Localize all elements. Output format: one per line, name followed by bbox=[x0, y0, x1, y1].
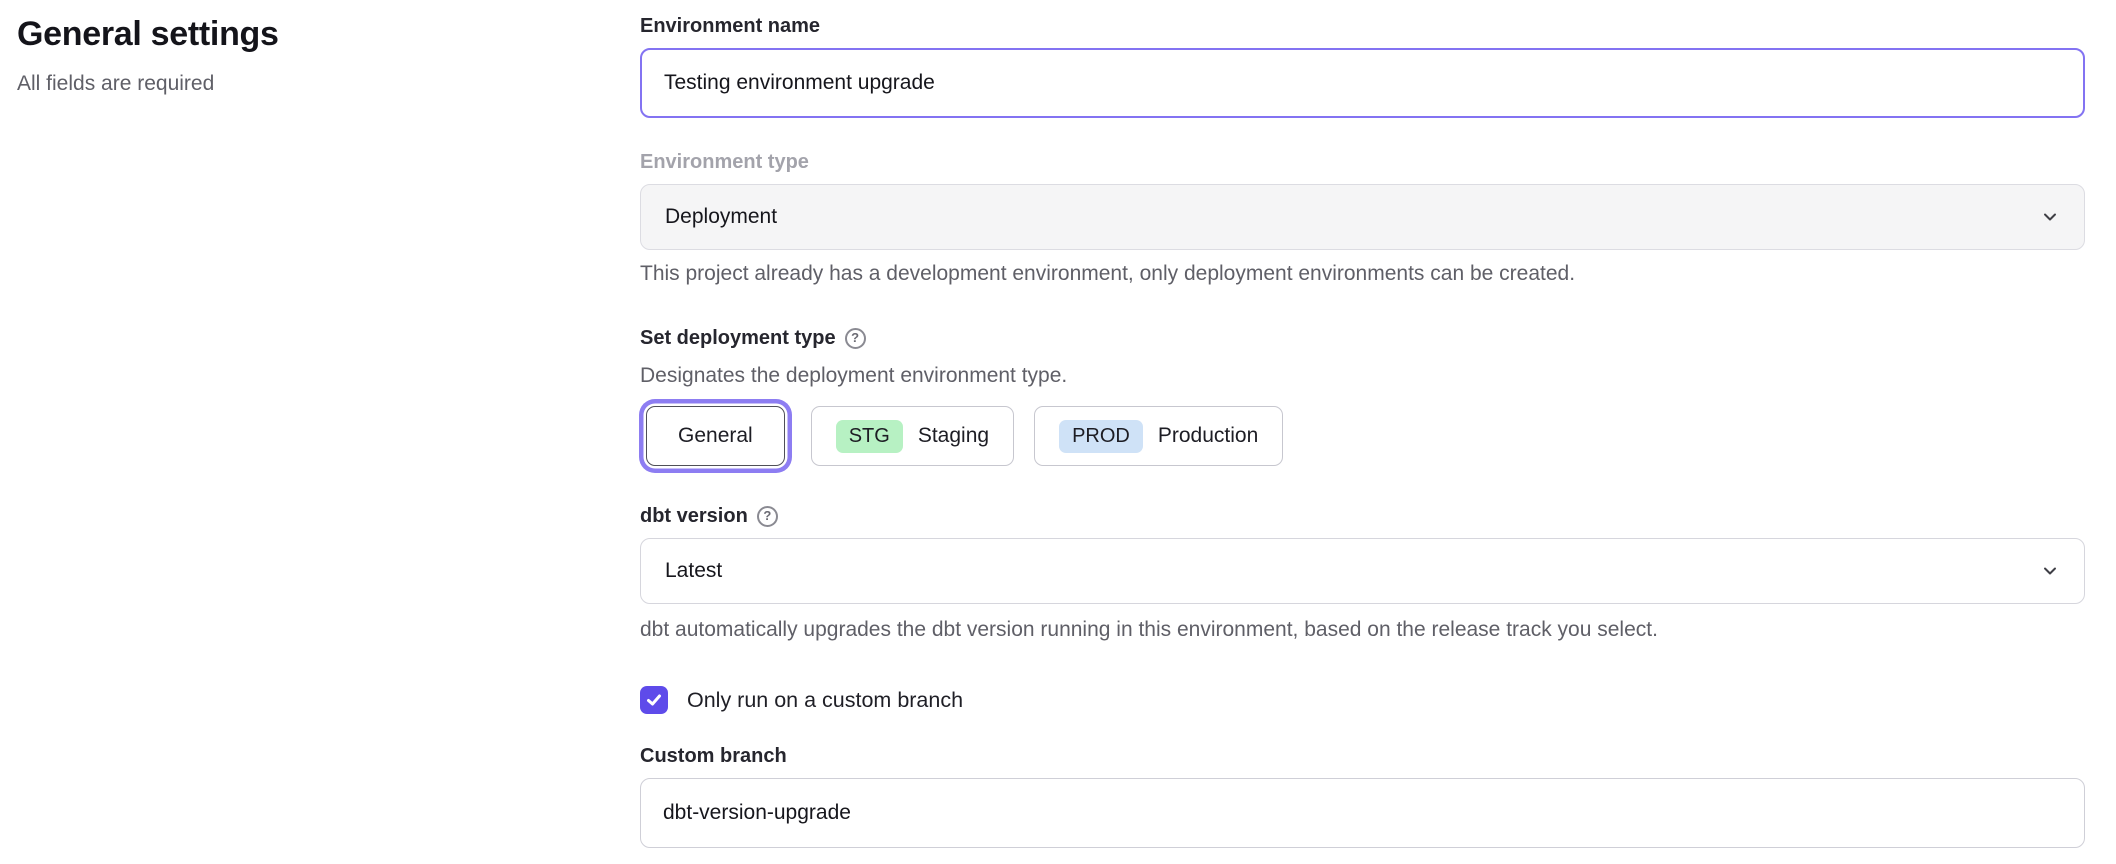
dbt-version-helper: dbt automatically upgrades the dbt versi… bbox=[640, 616, 2085, 644]
dbt-version-select[interactable]: Latest bbox=[640, 538, 2085, 604]
settings-heading-section: General settings All fields are required bbox=[0, 0, 640, 864]
custom-branch-checkbox[interactable] bbox=[640, 686, 668, 714]
deployment-type-production-button[interactable]: PROD Production bbox=[1034, 406, 1283, 466]
prod-badge: PROD bbox=[1059, 420, 1143, 453]
page-subtitle: All fields are required bbox=[17, 70, 640, 97]
help-icon[interactable]: ? bbox=[757, 506, 778, 527]
staging-button-label: Staging bbox=[918, 424, 989, 448]
custom-branch-label: Custom branch bbox=[640, 742, 2085, 770]
help-icon[interactable]: ? bbox=[845, 328, 866, 349]
dbt-version-value: Latest bbox=[665, 559, 722, 583]
custom-branch-toggle-row: Only run on a custom branch bbox=[640, 686, 2085, 714]
environment-settings-form: Environment name Environment type Deploy… bbox=[640, 0, 2085, 864]
general-button-label: General bbox=[678, 424, 753, 448]
custom-branch-input[interactable] bbox=[640, 778, 2085, 848]
environment-type-value: Deployment bbox=[665, 205, 777, 229]
deployment-type-options: General STG Staging PROD Production bbox=[640, 406, 2085, 466]
chevron-down-icon bbox=[2040, 561, 2060, 581]
environment-name-input[interactable] bbox=[640, 48, 2085, 118]
deployment-type-general-button[interactable]: General bbox=[646, 406, 785, 466]
checkmark-icon bbox=[645, 691, 663, 709]
deployment-type-helper: Designates the deployment environment ty… bbox=[640, 362, 2085, 390]
chevron-down-icon bbox=[2040, 207, 2060, 227]
environment-type-select[interactable]: Deployment bbox=[640, 184, 2085, 250]
stg-badge: STG bbox=[836, 420, 903, 453]
deployment-type-staging-button[interactable]: STG Staging bbox=[811, 406, 1014, 466]
page-title: General settings bbox=[17, 12, 640, 56]
production-button-label: Production bbox=[1158, 424, 1258, 448]
dbt-version-label: dbt version ? bbox=[640, 502, 2085, 530]
environment-type-label: Environment type bbox=[640, 148, 2085, 176]
environment-type-helper: This project already has a development e… bbox=[640, 260, 2085, 288]
environment-name-label: Environment name bbox=[640, 12, 2085, 40]
custom-branch-checkbox-label: Only run on a custom branch bbox=[687, 688, 963, 713]
environment-settings-page: General settings All fields are required… bbox=[0, 0, 2116, 864]
deployment-type-label-text: Set deployment type bbox=[640, 324, 836, 352]
dbt-version-label-text: dbt version bbox=[640, 502, 748, 530]
deployment-type-label: Set deployment type ? bbox=[640, 324, 2085, 352]
